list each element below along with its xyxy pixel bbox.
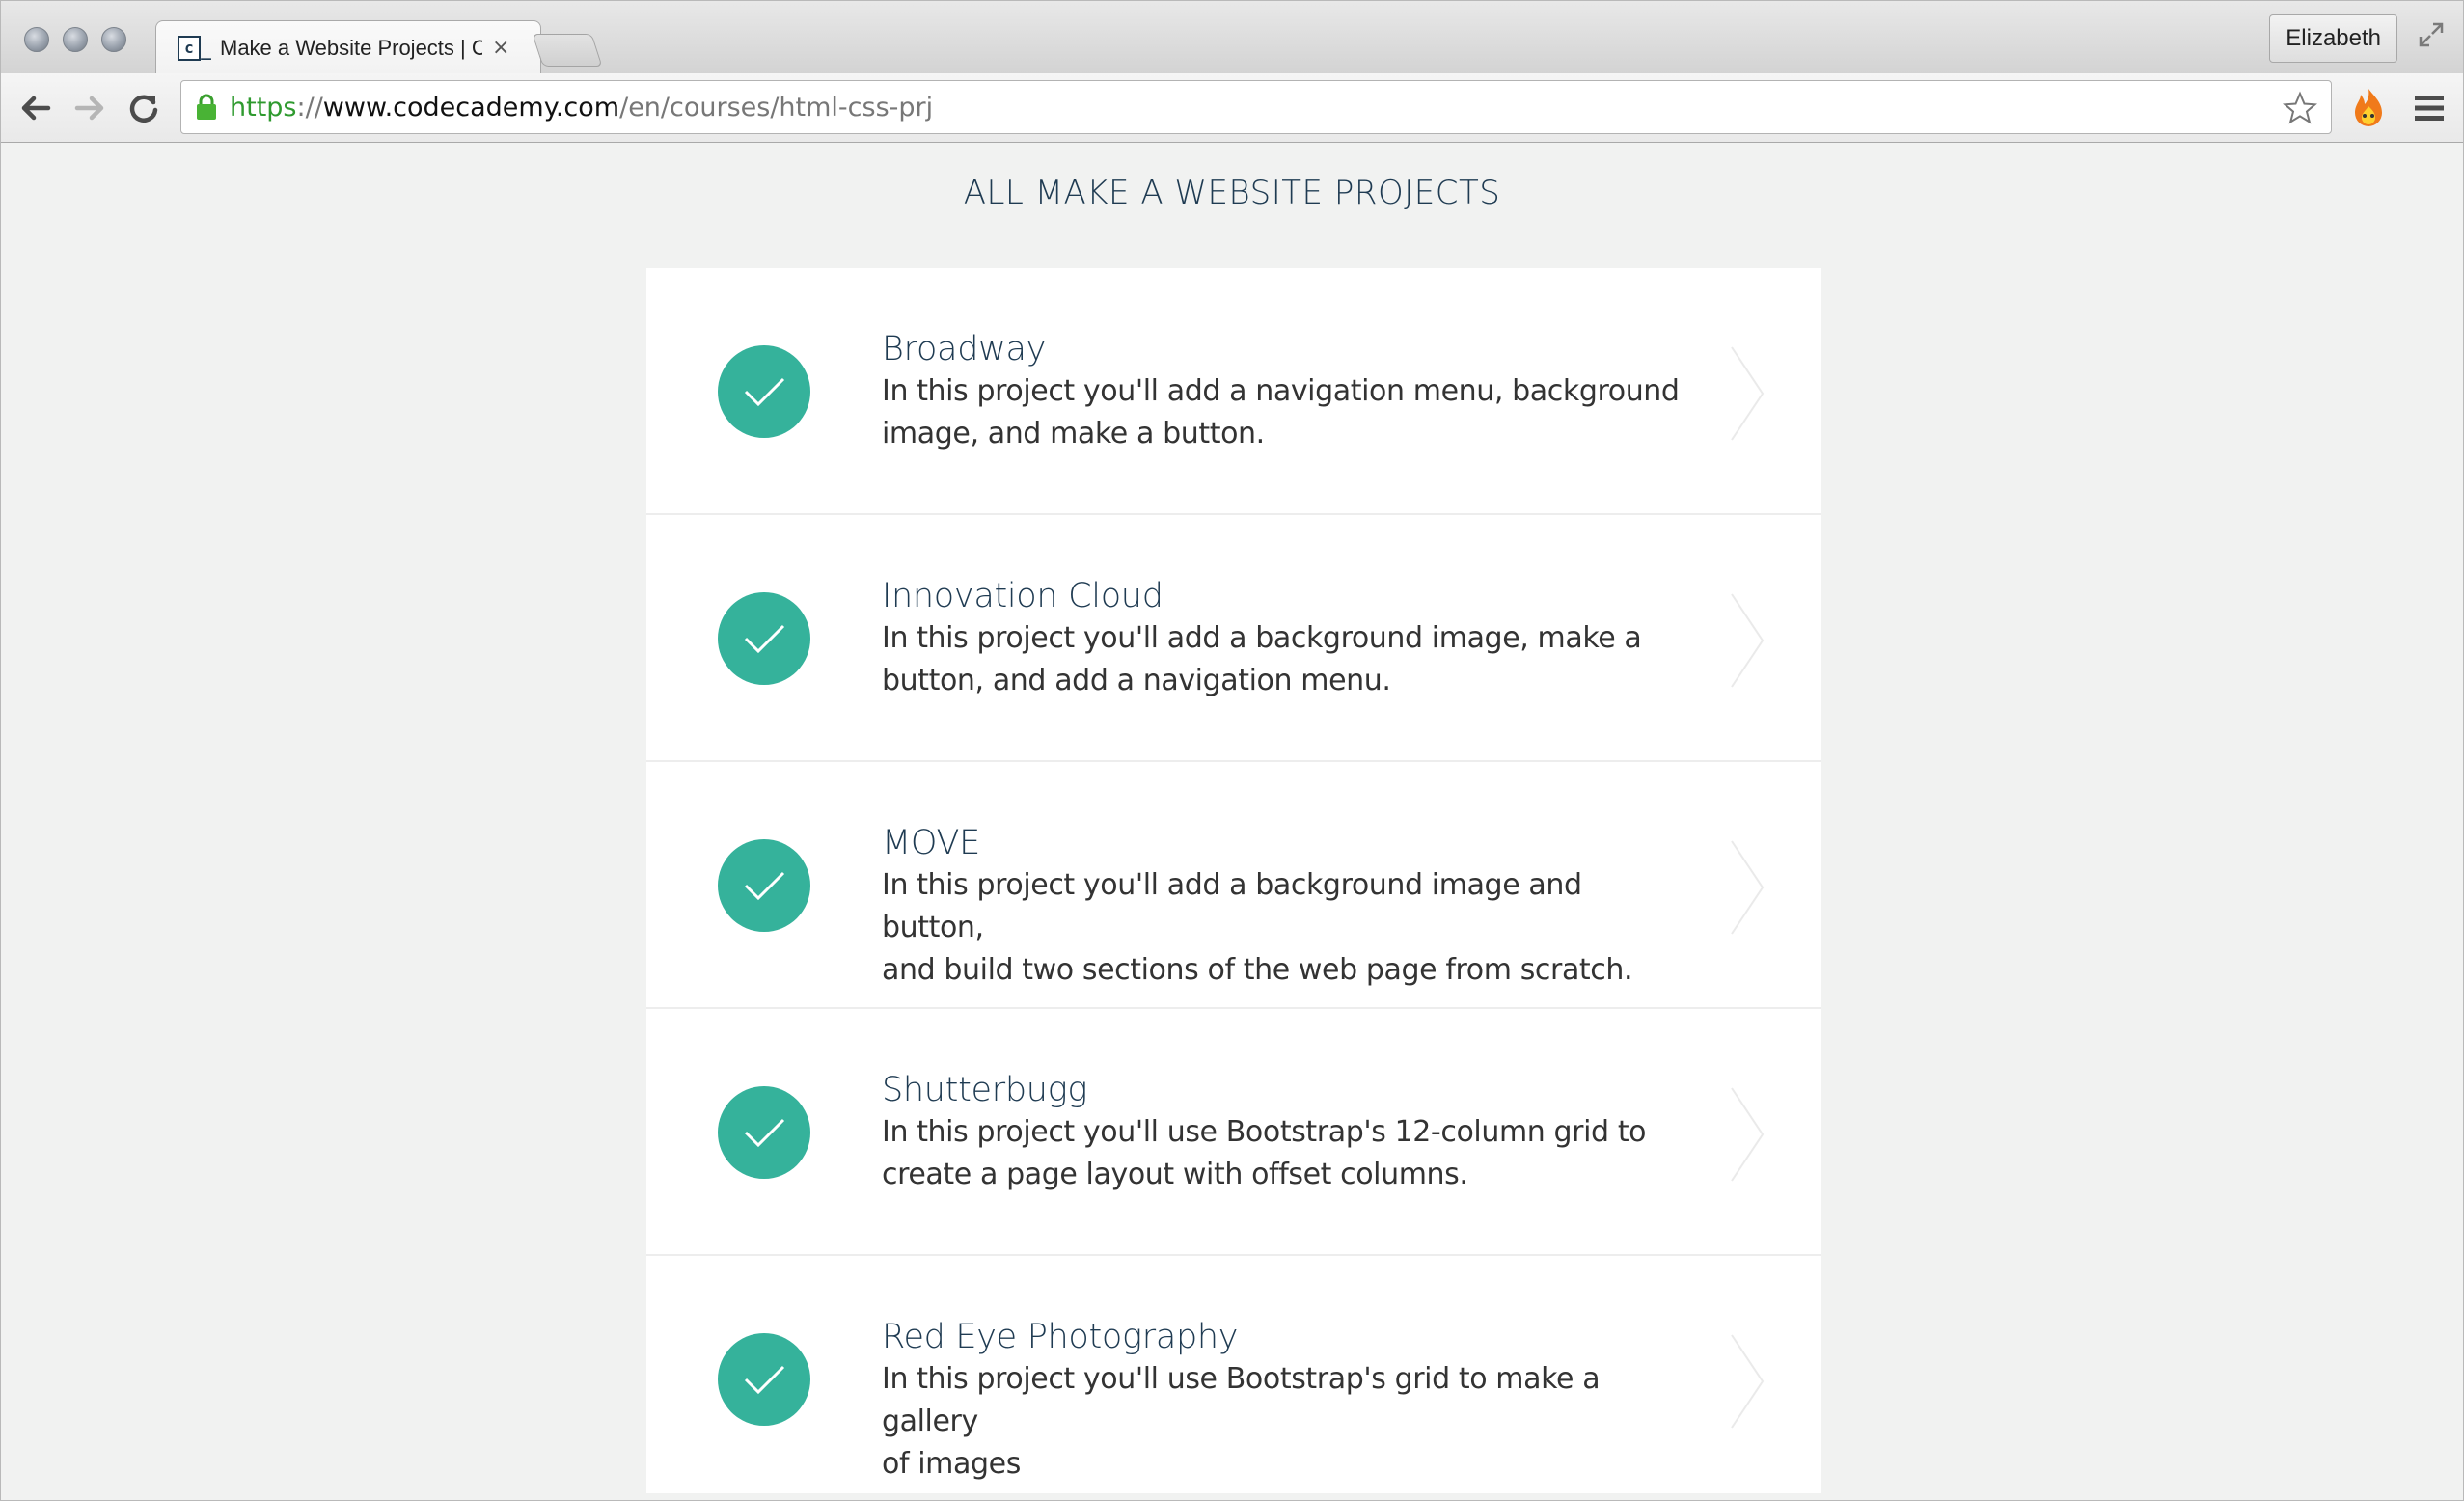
bookmark-star-icon[interactable]	[2283, 91, 2317, 125]
project-description-line: create a page layout with offset columns…	[882, 1158, 1468, 1191]
address-bar[interactable]: https://www.codecademy.com/en/courses/ht…	[180, 80, 2332, 134]
new-tab-button[interactable]	[532, 34, 603, 67]
arrow-right-icon	[74, 96, 104, 121]
tab-strip: c Make a Website Projects | Codecademy ×…	[1, 1, 2463, 74]
project-description-line: and build two sections of the web page f…	[882, 953, 1633, 987]
project-description-line: In this project you'll add a background …	[882, 868, 1582, 944]
project-item-shutterbugg[interactable]: Shutterbugg In this project you'll use B…	[646, 1009, 1821, 1256]
browser-window: c Make a Website Projects | Codecademy ×…	[0, 0, 2464, 1501]
tab-close-icon[interactable]: ×	[492, 36, 509, 60]
project-item-innovation-cloud[interactable]: Innovation Cloud In this project you'll …	[646, 515, 1821, 762]
chevron-right-icon	[1731, 1334, 1765, 1429]
url-text[interactable]: https://www.codecademy.com/en/courses/ht…	[230, 93, 933, 123]
reload-icon	[129, 95, 158, 123]
back-button[interactable]	[16, 91, 55, 125]
page-title: ALL MAKE A WEBSITE PROJECTS	[963, 174, 1501, 212]
tab-title: Make a Website Projects | Codecademy	[220, 35, 482, 60]
forward-button[interactable]	[70, 91, 109, 125]
arrow-left-icon	[21, 96, 51, 121]
chevron-right-icon	[1731, 1087, 1765, 1182]
project-name: MOVE	[882, 824, 980, 862]
url-host: www.codecademy.com	[322, 92, 620, 123]
profile-button[interactable]: Elizabeth	[2269, 14, 2397, 63]
project-name: Broadway	[882, 330, 1047, 368]
project-description-line: image, and make a button.	[882, 417, 1265, 450]
project-name: Innovation Cloud	[882, 577, 1164, 615]
project-description-line: In this project you'll add a background …	[882, 621, 1642, 655]
lock-icon	[197, 94, 216, 120]
window-zoom-button[interactable]	[101, 27, 126, 52]
check-circle-icon	[718, 839, 810, 932]
browser-toolbar: https://www.codecademy.com/en/courses/ht…	[1, 73, 2463, 143]
project-description-line: In this project you'll add a navigation …	[882, 374, 1680, 408]
url-separator: ://	[296, 92, 323, 123]
project-item-move[interactable]: MOVE In this project you'll add a backgr…	[646, 762, 1821, 1009]
check-circle-icon	[718, 592, 810, 685]
project-item-red-eye-photography[interactable]: Red Eye Photography In this project you'…	[646, 1256, 1821, 1493]
check-circle-icon	[718, 1086, 810, 1179]
project-description-line: of images	[882, 1447, 1021, 1481]
project-name: Shutterbugg	[882, 1071, 1088, 1109]
url-path: /en/courses/html-css-prj	[619, 92, 934, 123]
chevron-right-icon	[1731, 840, 1765, 935]
window-close-button[interactable]	[24, 27, 49, 52]
reload-button[interactable]	[124, 91, 163, 125]
fullscreen-icon[interactable]	[2417, 20, 2446, 49]
extension-flame-icon[interactable]	[2349, 87, 2388, 129]
check-circle-icon	[718, 345, 810, 438]
window-minimize-button[interactable]	[63, 27, 88, 52]
project-description-line: In this project you'll use Bootstrap's g…	[882, 1362, 1601, 1438]
project-item-broadway[interactable]: Broadway In this project you'll add a na…	[646, 268, 1821, 515]
project-description-line: In this project you'll use Bootstrap's 1…	[882, 1115, 1647, 1149]
chevron-right-icon	[1731, 593, 1765, 688]
page-viewport: ALL MAKE A WEBSITE PROJECTS Broadway In …	[1, 143, 2463, 1493]
codecademy-favicon-icon: c	[178, 35, 201, 61]
project-description-line: button, and add a navigation menu.	[882, 664, 1391, 697]
chevron-right-icon	[1731, 346, 1765, 441]
project-list: Broadway In this project you'll add a na…	[646, 268, 1821, 1493]
tab-active[interactable]: c Make a Website Projects | Codecademy ×	[155, 20, 541, 74]
check-circle-icon	[718, 1333, 810, 1426]
hamburger-menu-icon[interactable]	[2413, 93, 2446, 123]
url-scheme: https	[230, 92, 297, 123]
project-name: Red Eye Photography	[882, 1318, 1239, 1356]
